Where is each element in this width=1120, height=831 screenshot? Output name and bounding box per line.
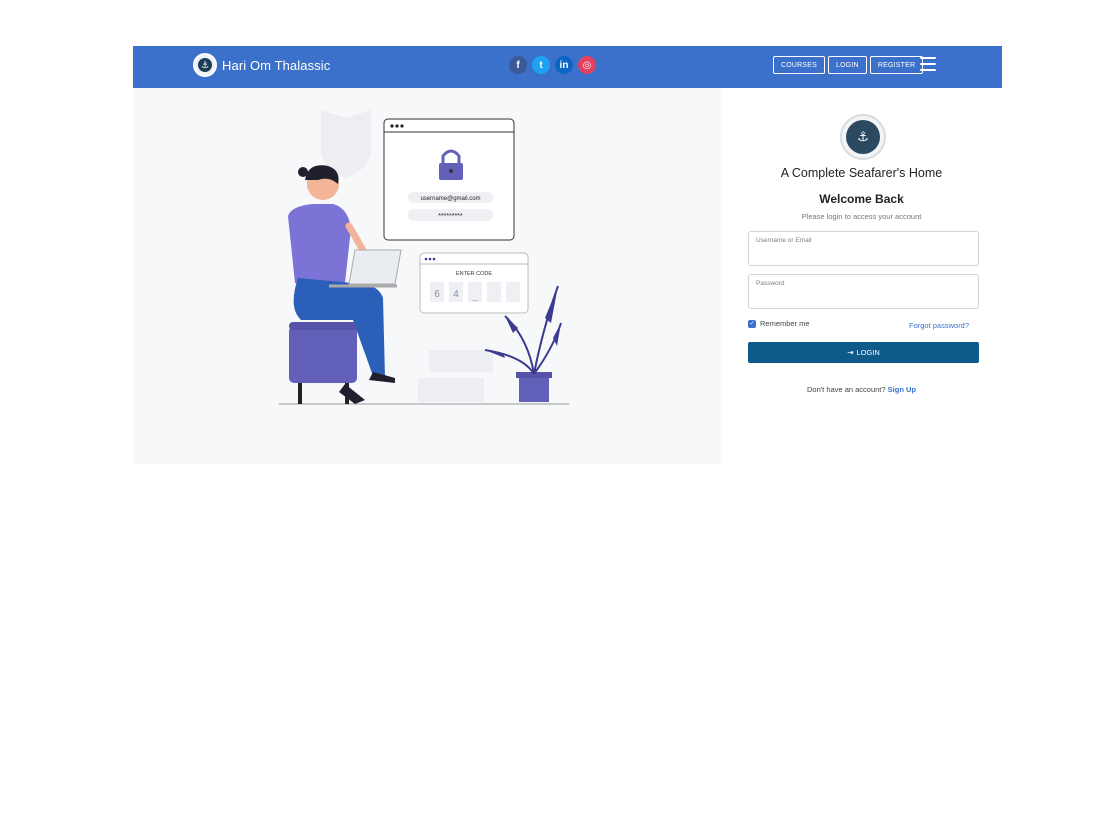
signup-row: Don't have an account? Sign Up (721, 385, 1002, 394)
laptop-icon (348, 249, 402, 285)
stool (289, 326, 357, 383)
remember-label: Remember me (760, 319, 810, 328)
anchor-icon: ⚓ (846, 120, 880, 154)
password-field[interactable]: Password (748, 274, 979, 309)
card-password-text: ********* (438, 213, 463, 220)
password-input[interactable] (755, 290, 971, 304)
username-field[interactable]: Username or Email (748, 231, 979, 266)
remember-me[interactable]: ✓ Remember me (748, 319, 810, 328)
welcome-heading: Welcome Back (819, 192, 904, 206)
signup-link[interactable]: Sign Up (888, 385, 916, 394)
linkedin-icon[interactable]: in (555, 56, 573, 74)
password-label: Password (756, 280, 785, 287)
login-button[interactable]: ⇥ LOGIN (748, 342, 979, 363)
code-title: ENTER CODE (456, 271, 492, 277)
code-digit: 6 (434, 289, 440, 300)
plant-pot (519, 375, 549, 402)
brand-seal-logo: ⚓ (840, 114, 886, 160)
brand-name: Hari Om Thalassic (222, 57, 331, 73)
tagline: A Complete Seafarer's Home (780, 166, 943, 180)
username-input[interactable] (755, 247, 971, 261)
sign-in-icon: ⇥ (847, 348, 854, 357)
instagram-icon[interactable]: ◎ (578, 56, 596, 74)
forgot-password-link[interactable]: Forgot password? (909, 321, 969, 330)
no-account-text: Don't have an account? (806, 385, 886, 394)
code-digit: _ (472, 292, 478, 301)
login-button-label: LOGIN (856, 348, 880, 357)
brand[interactable]: ⚓ Hari Om Thalassic (193, 53, 330, 77)
card-email-text: username@gmail.com (420, 196, 480, 202)
username-label: Username or Email (756, 237, 812, 244)
courses-button[interactable]: COURSES (773, 56, 826, 74)
login-illustration: username@gmail.com ********* ENTER CODE … (133, 88, 721, 464)
nav-buttons: COURSES LOGIN REGISTER (773, 56, 924, 74)
login-nav-button[interactable]: LOGIN (828, 56, 867, 74)
code-digit: 4 (453, 289, 459, 300)
page-frame: ⚓ Hari Om Thalassic f t in ◎ COURSES LOG… (133, 46, 1002, 464)
top-navbar: ⚓ Hari Om Thalassic f t in ◎ COURSES LOG… (133, 46, 1002, 88)
hamburger-menu-icon[interactable] (920, 57, 936, 71)
person-shirt (288, 204, 351, 283)
remember-checkbox[interactable]: ✓ (748, 319, 756, 328)
brand-logo-icon: ⚓ (193, 53, 217, 77)
social-links: f t in ◎ (509, 56, 596, 74)
register-button[interactable]: REGISTER (869, 56, 924, 74)
login-subtext: Please login to access your account (801, 212, 922, 221)
login-panel: ⚓ A Complete Seafarer's Home Welcome Bac… (721, 88, 1002, 464)
facebook-icon[interactable]: f (509, 56, 527, 74)
illustration-svg: username@gmail.com ********* ENTER CODE … (279, 110, 569, 405)
twitter-icon[interactable]: t (532, 56, 550, 74)
